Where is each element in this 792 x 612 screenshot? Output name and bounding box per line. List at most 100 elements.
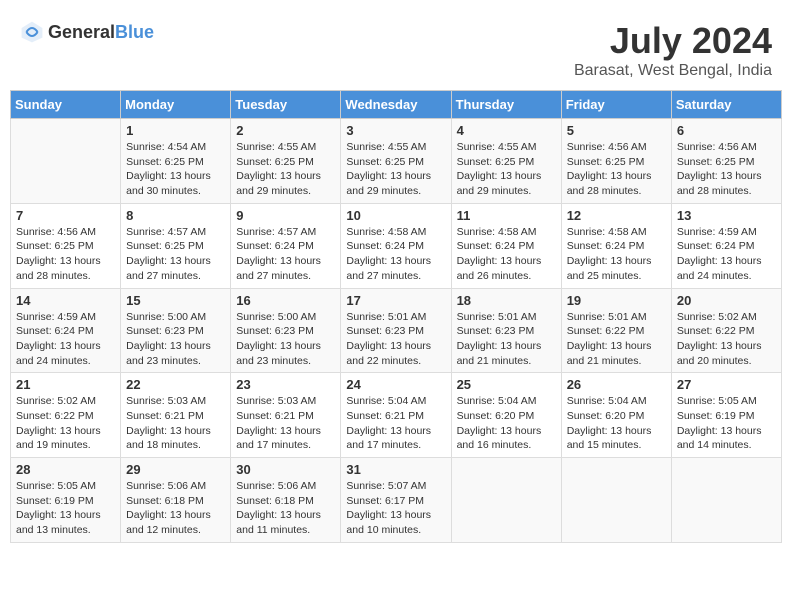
- logo-icon: [20, 20, 44, 44]
- day-number: 17: [346, 293, 445, 308]
- calendar-cell: 1Sunrise: 4:54 AM Sunset: 6:25 PM Daylig…: [121, 119, 231, 204]
- column-header-friday: Friday: [561, 91, 671, 119]
- day-info: Sunrise: 4:58 AM Sunset: 6:24 PM Dayligh…: [457, 225, 556, 284]
- day-number: 30: [236, 462, 335, 477]
- calendar-table: SundayMondayTuesdayWednesdayThursdayFrid…: [10, 90, 782, 543]
- column-header-wednesday: Wednesday: [341, 91, 451, 119]
- calendar-cell: [451, 458, 561, 543]
- day-number: 13: [677, 208, 776, 223]
- day-number: 19: [567, 293, 666, 308]
- calendar-cell: 20 Sunrise: 5:02 AM Sunset: 6:22 PM Dayli…: [671, 288, 781, 373]
- location-subtitle: Barasat, West Bengal, India: [574, 62, 772, 80]
- calendar-cell: 2Sunrise: 4:55 AM Sunset: 6:25 PM Daylig…: [231, 119, 341, 204]
- day-info: Sunrise: 5:02 AM Sunset: 6:22 PM Dayligh…: [16, 394, 115, 453]
- calendar-cell: 6 Sunrise: 4:56 AM Sunset: 6:25 PM Daylig…: [671, 119, 781, 204]
- day-info: Sunrise: 4:55 AM Sunset: 6:25 PM Dayligh…: [346, 140, 445, 199]
- day-number: 6: [677, 123, 776, 138]
- day-number: 31: [346, 462, 445, 477]
- day-number: 28: [16, 462, 115, 477]
- calendar-cell: 29Sunrise: 5:06 AM Sunset: 6:18 PM Dayli…: [121, 458, 231, 543]
- calendar-cell: 3 Sunrise: 4:55 AM Sunset: 6:25 PM Daylig…: [341, 119, 451, 204]
- day-info: Sunrise: 5:00 AM Sunset: 6:23 PM Dayligh…: [126, 310, 225, 369]
- column-header-sunday: Sunday: [11, 91, 121, 119]
- day-info: Sunrise: 5:04 AM Sunset: 6:20 PM Dayligh…: [567, 394, 666, 453]
- day-info: Sunrise: 5:01 AM Sunset: 6:23 PM Dayligh…: [346, 310, 445, 369]
- logo-text: GeneralBlue: [48, 22, 154, 43]
- day-number: 2: [236, 123, 335, 138]
- calendar-cell: 22 Sunrise: 5:03 AM Sunset: 6:21 PM Dayli…: [121, 373, 231, 458]
- calendar-cell: 26 Sunrise: 5:04 AM Sunset: 6:20 PM Dayli…: [561, 373, 671, 458]
- day-info: Sunrise: 4:56 AM Sunset: 6:25 PM Dayligh…: [677, 140, 776, 199]
- calendar-week-row: 7 Sunrise: 4:56 AM Sunset: 6:25 PM Daylig…: [11, 203, 782, 288]
- column-header-thursday: Thursday: [451, 91, 561, 119]
- page-header: GeneralBlue July 2024 Barasat, West Beng…: [10, 10, 782, 85]
- day-number: 24: [346, 377, 445, 392]
- day-number: 10: [346, 208, 445, 223]
- calendar-week-row: 1Sunrise: 4:54 AM Sunset: 6:25 PM Daylig…: [11, 119, 782, 204]
- day-number: 15: [126, 293, 225, 308]
- logo: GeneralBlue: [20, 20, 154, 44]
- calendar-cell: 16 Sunrise: 5:00 AM Sunset: 6:23 PM Dayli…: [231, 288, 341, 373]
- day-info: Sunrise: 4:56 AM Sunset: 6:25 PM Dayligh…: [567, 140, 666, 199]
- day-info: Sunrise: 4:58 AM Sunset: 6:24 PM Dayligh…: [346, 225, 445, 284]
- day-number: 3: [346, 123, 445, 138]
- day-info: Sunrise: 5:03 AM Sunset: 6:21 PM Dayligh…: [126, 394, 225, 453]
- calendar-cell: [671, 458, 781, 543]
- calendar-cell: 17 Sunrise: 5:01 AM Sunset: 6:23 PM Dayli…: [341, 288, 451, 373]
- day-info: Sunrise: 5:05 AM Sunset: 6:19 PM Dayligh…: [16, 479, 115, 538]
- day-info: Sunrise: 4:56 AM Sunset: 6:25 PM Dayligh…: [16, 225, 115, 284]
- day-number: 27: [677, 377, 776, 392]
- day-number: 12: [567, 208, 666, 223]
- calendar-cell: 14Sunrise: 4:59 AM Sunset: 6:24 PM Dayli…: [11, 288, 121, 373]
- calendar-cell: 7 Sunrise: 4:56 AM Sunset: 6:25 PM Daylig…: [11, 203, 121, 288]
- calendar-week-row: 28 Sunrise: 5:05 AM Sunset: 6:19 PM Dayli…: [11, 458, 782, 543]
- day-number: 4: [457, 123, 556, 138]
- day-info: Sunrise: 4:57 AM Sunset: 6:24 PM Dayligh…: [236, 225, 335, 284]
- day-number: 21: [16, 377, 115, 392]
- calendar-cell: 10 Sunrise: 4:58 AM Sunset: 6:24 PM Dayli…: [341, 203, 451, 288]
- calendar-cell: 5 Sunrise: 4:56 AM Sunset: 6:25 PM Daylig…: [561, 119, 671, 204]
- column-header-saturday: Saturday: [671, 91, 781, 119]
- day-info: Sunrise: 5:01 AM Sunset: 6:22 PM Dayligh…: [567, 310, 666, 369]
- calendar-cell: 8 Sunrise: 4:57 AM Sunset: 6:25 PM Daylig…: [121, 203, 231, 288]
- day-number: 5: [567, 123, 666, 138]
- day-info: Sunrise: 5:06 AM Sunset: 6:18 PM Dayligh…: [126, 479, 225, 538]
- day-number: 22: [126, 377, 225, 392]
- day-info: Sunrise: 5:04 AM Sunset: 6:21 PM Dayligh…: [346, 394, 445, 453]
- day-number: 9: [236, 208, 335, 223]
- calendar-cell: 18 Sunrise: 5:01 AM Sunset: 6:23 PM Dayli…: [451, 288, 561, 373]
- calendar-cell: 27 Sunrise: 5:05 AM Sunset: 6:19 PM Dayli…: [671, 373, 781, 458]
- day-number: 11: [457, 208, 556, 223]
- day-info: Sunrise: 5:05 AM Sunset: 6:19 PM Dayligh…: [677, 394, 776, 453]
- day-info: Sunrise: 5:00 AM Sunset: 6:23 PM Dayligh…: [236, 310, 335, 369]
- calendar-cell: 31Sunrise: 5:07 AM Sunset: 6:17 PM Dayli…: [341, 458, 451, 543]
- calendar-cell: 23 Sunrise: 5:03 AM Sunset: 6:21 PM Dayli…: [231, 373, 341, 458]
- day-info: Sunrise: 5:03 AM Sunset: 6:21 PM Dayligh…: [236, 394, 335, 453]
- day-number: 14: [16, 293, 115, 308]
- day-info: Sunrise: 5:02 AM Sunset: 6:22 PM Dayligh…: [677, 310, 776, 369]
- calendar-cell: 25Sunrise: 5:04 AM Sunset: 6:20 PM Dayli…: [451, 373, 561, 458]
- day-info: Sunrise: 4:57 AM Sunset: 6:25 PM Dayligh…: [126, 225, 225, 284]
- title-block: July 2024 Barasat, West Bengal, India: [574, 20, 772, 80]
- day-number: 18: [457, 293, 556, 308]
- day-info: Sunrise: 5:01 AM Sunset: 6:23 PM Dayligh…: [457, 310, 556, 369]
- day-number: 7: [16, 208, 115, 223]
- day-number: 16: [236, 293, 335, 308]
- day-info: Sunrise: 5:04 AM Sunset: 6:20 PM Dayligh…: [457, 394, 556, 453]
- month-year-title: July 2024: [574, 20, 772, 62]
- calendar-week-row: 14Sunrise: 4:59 AM Sunset: 6:24 PM Dayli…: [11, 288, 782, 373]
- day-info: Sunrise: 4:55 AM Sunset: 6:25 PM Dayligh…: [457, 140, 556, 199]
- calendar-cell: 9 Sunrise: 4:57 AM Sunset: 6:24 PM Daylig…: [231, 203, 341, 288]
- day-info: Sunrise: 5:06 AM Sunset: 6:18 PM Dayligh…: [236, 479, 335, 538]
- calendar-cell: 11 Sunrise: 4:58 AM Sunset: 6:24 PM Dayli…: [451, 203, 561, 288]
- calendar-cell: 24 Sunrise: 5:04 AM Sunset: 6:21 PM Dayli…: [341, 373, 451, 458]
- day-info: Sunrise: 4:58 AM Sunset: 6:24 PM Dayligh…: [567, 225, 666, 284]
- day-number: 8: [126, 208, 225, 223]
- day-number: 23: [236, 377, 335, 392]
- calendar-cell: 13Sunrise: 4:59 AM Sunset: 6:24 PM Dayli…: [671, 203, 781, 288]
- calendar-cell: 4 Sunrise: 4:55 AM Sunset: 6:25 PM Daylig…: [451, 119, 561, 204]
- day-number: 26: [567, 377, 666, 392]
- calendar-cell: 19 Sunrise: 5:01 AM Sunset: 6:22 PM Dayli…: [561, 288, 671, 373]
- day-number: 1: [126, 123, 225, 138]
- day-number: 20: [677, 293, 776, 308]
